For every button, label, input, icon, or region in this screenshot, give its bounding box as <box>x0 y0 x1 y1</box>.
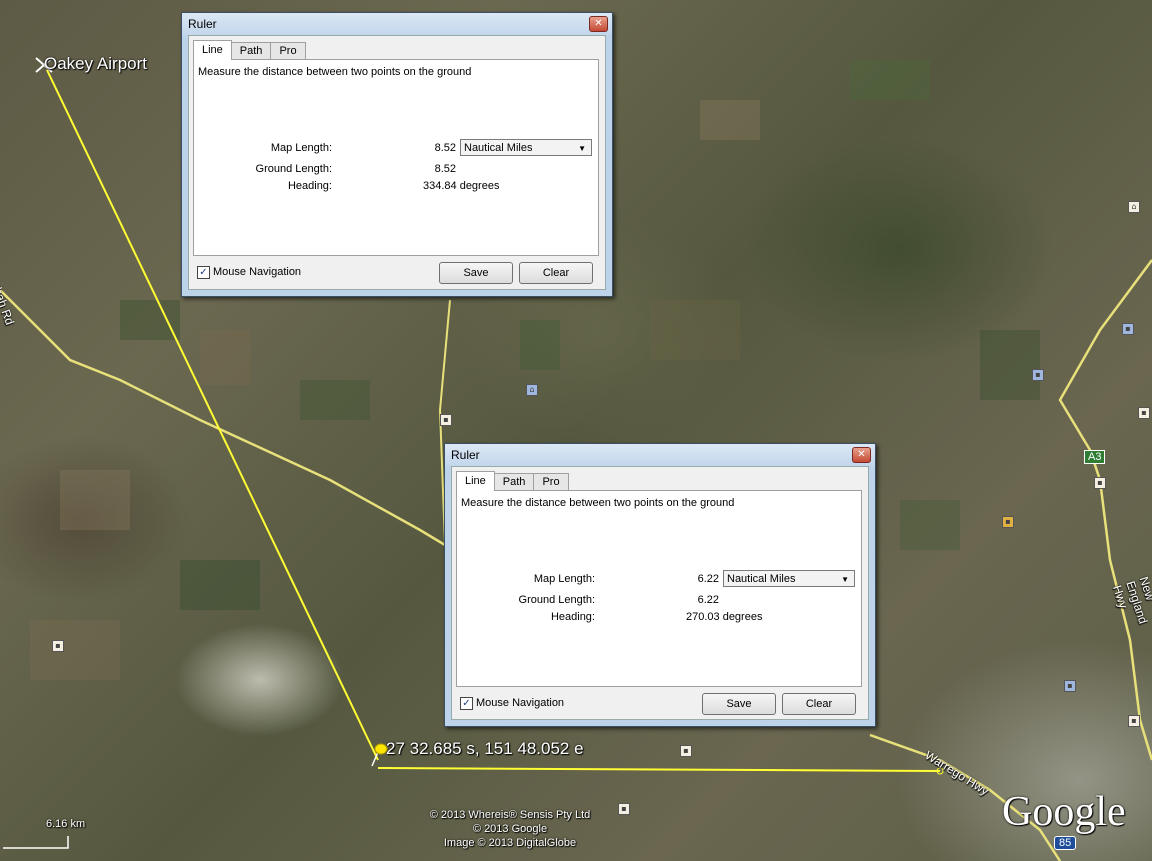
tab-pro[interactable]: Pro <box>270 42 306 60</box>
poi-icon[interactable]: ▪ <box>1002 516 1014 528</box>
scale-bar <box>3 836 69 849</box>
tab-pro[interactable]: Pro <box>533 473 569 491</box>
route-shield-a3: A3 <box>1084 450 1106 464</box>
poi-icon[interactable]: ▪ <box>1128 715 1140 727</box>
heading-label: Heading: <box>550 611 595 623</box>
scale-label: 6.16 km <box>46 818 86 830</box>
poi-icon[interactable]: ▪ <box>1138 407 1150 419</box>
line-panel: Measure the distance between two points … <box>193 59 599 256</box>
units-selected: Nautical Miles <box>464 142 533 154</box>
museum-icon[interactable]: ⌂ <box>1128 201 1140 213</box>
airport-label: Oakey Airport <box>44 54 147 73</box>
ground-length-value: 6.22 <box>697 594 719 606</box>
description-text: Measure the distance between two points … <box>461 497 735 509</box>
truck-icon[interactable]: ▪ <box>618 803 630 815</box>
tab-bar: Line Path Pro <box>193 40 306 60</box>
ground-length-label: Ground Length: <box>518 594 595 606</box>
map-length-label: Map Length: <box>270 142 332 154</box>
chevron-down-icon: ▼ <box>841 575 849 584</box>
dialog-footer: ✓ Mouse Navigation Save Clear <box>452 689 868 717</box>
truck-icon[interactable]: ▪ <box>680 745 692 757</box>
close-icon: ✕ <box>594 18 603 29</box>
tab-path[interactable]: Path <box>493 473 535 491</box>
line-panel: Measure the distance between two points … <box>456 490 862 687</box>
tab-bar: Line Path Pro <box>456 471 569 491</box>
dialog-body: Line Path Pro Measure the distance between… <box>451 466 869 720</box>
ground-length-value: 8.52 <box>434 163 456 175</box>
google-logo: Google <box>1002 789 1126 835</box>
poi-icon[interactable]: ▪ <box>52 640 64 652</box>
school-icon[interactable]: ⌂ <box>526 384 538 396</box>
units-dropdown[interactable]: Nautical Miles ▼ <box>723 570 855 587</box>
dialog-footer: ✓ Mouse Navigation Save Clear <box>189 258 605 286</box>
dialog-body: Line Path Pro Measure the distance between… <box>188 35 606 290</box>
close-button[interactable]: ✕ <box>852 447 871 463</box>
dialog-titlebar[interactable]: Ruler ✕ <box>445 444 875 466</box>
route-shield-85: 85 <box>1054 836 1077 850</box>
ground-length-label: Ground Length: <box>255 163 332 175</box>
close-button[interactable]: ✕ <box>589 16 608 32</box>
pushpin-icon[interactable] <box>371 743 388 767</box>
heading-label: Heading: <box>287 180 332 192</box>
ruler-dialog-1[interactable]: Ruler ✕ Line Path Pro Measure the distance… <box>181 12 613 297</box>
save-button[interactable]: Save <box>702 693 776 715</box>
mouse-navigation-label[interactable]: Mouse Navigation <box>476 697 564 709</box>
copyright-text: © 2013 Whereis® Sensis Pty Ltd © 2013 Go… <box>429 809 591 849</box>
poi-icon[interactable]: ▪ <box>1122 323 1134 335</box>
units-selected: Nautical Miles <box>727 573 796 585</box>
mouse-navigation-checkbox[interactable]: ✓ <box>197 266 210 279</box>
mouse-navigation-checkbox[interactable]: ✓ <box>460 697 473 710</box>
ruler-line-2 <box>377 767 941 772</box>
map-length-value: 6.22 <box>697 573 719 585</box>
close-icon: ✕ <box>857 449 866 460</box>
heading-value: 270.03 degrees <box>686 611 763 623</box>
poi-icon[interactable]: ▪ <box>1064 680 1076 692</box>
tab-line[interactable]: Line <box>193 40 232 60</box>
dialog-title: Ruler <box>188 17 217 31</box>
description-text: Measure the distance between two points … <box>198 66 472 78</box>
dialog-title: Ruler <box>451 448 480 462</box>
ruler-dialog-2[interactable]: Ruler ✕ Line Path Pro Measure the distance… <box>444 443 876 727</box>
save-button[interactable]: Save <box>439 262 513 284</box>
tab-path[interactable]: Path <box>230 42 272 60</box>
dialog-titlebar[interactable]: Ruler ✕ <box>182 13 612 35</box>
mouse-navigation-label[interactable]: Mouse Navigation <box>213 266 301 278</box>
poi-icon[interactable]: ▪ <box>440 414 452 426</box>
poi-icon[interactable]: ▪ <box>1094 477 1106 489</box>
coordinate-label: 27 32.685 s, 151 48.052 e <box>386 739 584 758</box>
units-dropdown[interactable]: Nautical Miles ▼ <box>460 139 592 156</box>
heading-value: 334.84 degrees <box>423 180 500 192</box>
map-length-value: 8.52 <box>434 142 456 154</box>
tab-line[interactable]: Line <box>456 471 495 491</box>
chevron-down-icon: ▼ <box>578 144 586 153</box>
clear-button[interactable]: Clear <box>519 262 593 284</box>
map-length-label: Map Length: <box>533 573 595 585</box>
clear-button[interactable]: Clear <box>782 693 856 715</box>
building-icon[interactable]: ▪ <box>1032 369 1044 381</box>
